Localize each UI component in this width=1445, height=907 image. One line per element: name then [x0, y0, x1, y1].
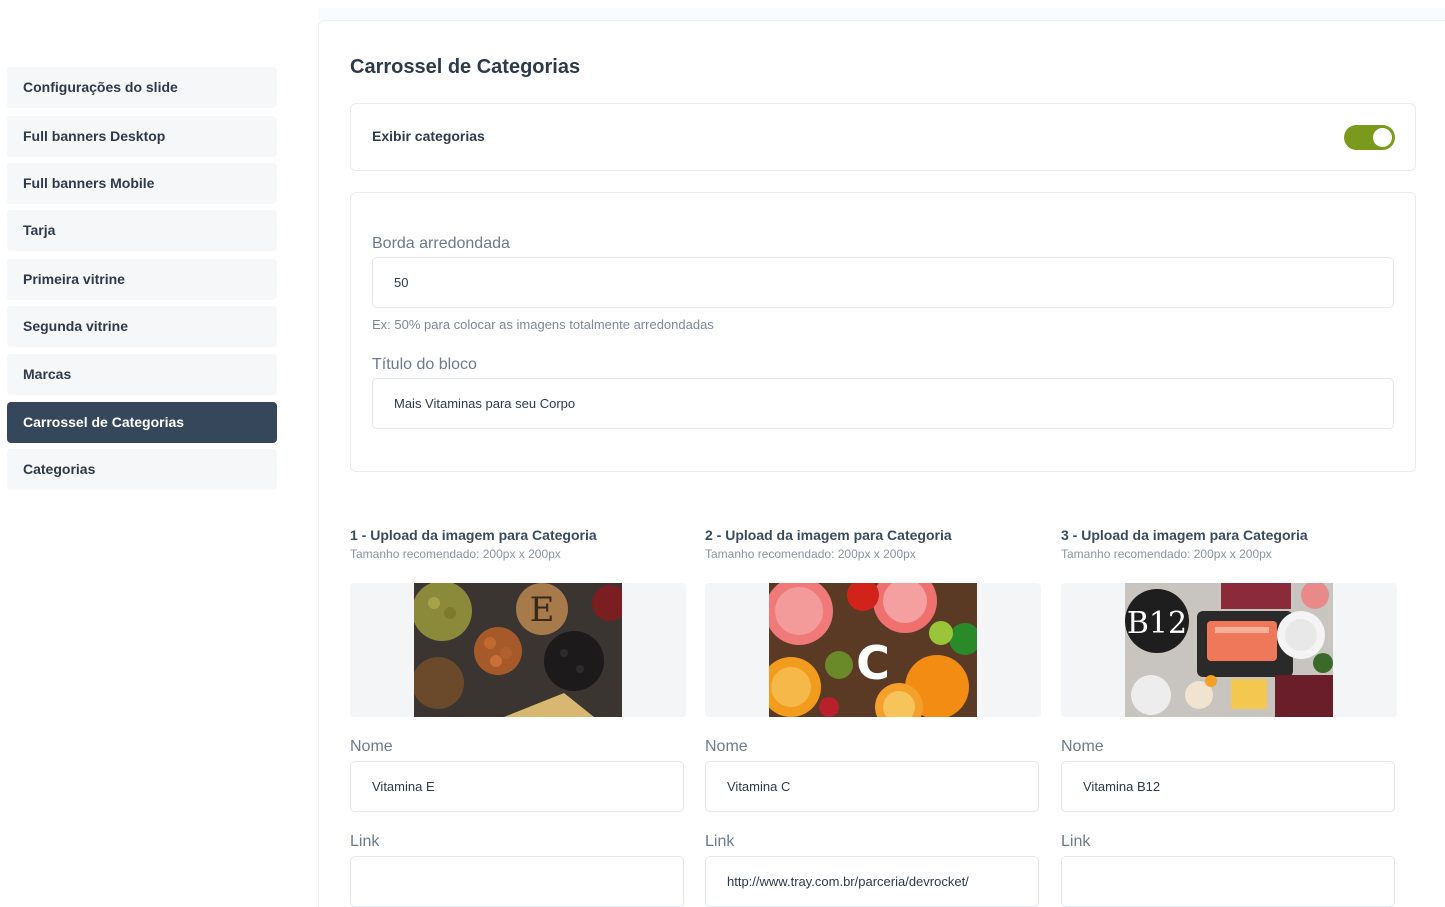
category-3-link-input[interactable] — [1061, 856, 1395, 907]
sidebar-item-full-banners-mobile[interactable]: Full banners Mobile — [7, 163, 277, 204]
category-1-link-label: Link — [350, 833, 380, 850]
sidebar-item-tarja[interactable]: Tarja — [7, 210, 277, 251]
category-3-size-hint: Tamanho recomendado: 200px x 200px — [1061, 547, 1272, 561]
sidebar-item-categorias[interactable]: Categorias — [7, 449, 277, 490]
category-1-name-label: Nome — [350, 738, 393, 755]
sidebar-item-segunda-vitrine[interactable]: Segunda vitrine — [7, 306, 277, 347]
category-1-link-input[interactable] — [350, 856, 684, 907]
border-radius-label: Borda arredondada — [372, 235, 510, 252]
border-radius-input[interactable] — [372, 257, 1394, 308]
block-title-input[interactable] — [372, 378, 1394, 429]
sidebar-item-configuracoes-do-slide[interactable]: Configurações do slide — [7, 67, 277, 108]
sidebar-item-marcas[interactable]: Marcas — [7, 354, 277, 395]
category-3-upload-title: 3 - Upload da imagem para Categoria — [1061, 527, 1308, 543]
category-1-image-letter: E — [530, 590, 555, 630]
block-title-label: Título do bloco — [372, 356, 477, 373]
category-3-image-upload[interactable]: B12 — [1061, 583, 1397, 717]
page-title: Carrossel de Categorias — [350, 56, 581, 78]
settings-card — [350, 192, 1416, 472]
sidebar-item-primeira-vitrine[interactable]: Primeira vitrine — [7, 259, 277, 300]
border-radius-hint: Ex: 50% para colocar as imagens totalmen… — [372, 317, 714, 332]
sidebar: Configurações do slide Full banners Desk… — [7, 0, 277, 907]
category-1-size-hint: Tamanho recomendado: 200px x 200px — [350, 547, 561, 561]
panel-top-strip — [318, 8, 1445, 20]
sidebar-item-full-banners-desktop[interactable]: Full banners Desktop — [7, 116, 277, 157]
category-2-image: C — [769, 583, 977, 717]
toggle-label: Exibir categorias — [372, 128, 485, 144]
toggle-knob — [1373, 128, 1392, 147]
category-2-image-letter: C — [856, 636, 890, 690]
category-2-image-upload[interactable]: C — [705, 583, 1041, 717]
category-1-name-input[interactable] — [350, 761, 684, 812]
sidebar-item-carrossel-de-categorias[interactable]: Carrossel de Categorias — [7, 402, 277, 443]
category-3-name-label: Nome — [1061, 738, 1104, 755]
exibir-categorias-toggle[interactable] — [1344, 125, 1395, 150]
category-3-image: B12 — [1125, 583, 1333, 717]
category-2-size-hint: Tamanho recomendado: 200px x 200px — [705, 547, 916, 561]
category-3-image-letter: B12 — [1127, 606, 1187, 641]
category-3-link-label: Link — [1061, 833, 1091, 850]
category-1-upload-title: 1 - Upload da imagem para Categoria — [350, 527, 597, 543]
category-1-image: E — [414, 583, 622, 717]
category-3-name-input[interactable] — [1061, 761, 1395, 812]
toggle-card — [350, 103, 1416, 171]
category-2-link-input[interactable] — [705, 856, 1039, 907]
category-2-link-label: Link — [705, 833, 735, 850]
category-2-name-input[interactable] — [705, 761, 1039, 812]
category-2-name-label: Nome — [705, 738, 748, 755]
category-1-image-upload[interactable]: E — [350, 583, 686, 717]
category-2-upload-title: 2 - Upload da imagem para Categoria — [705, 527, 952, 543]
